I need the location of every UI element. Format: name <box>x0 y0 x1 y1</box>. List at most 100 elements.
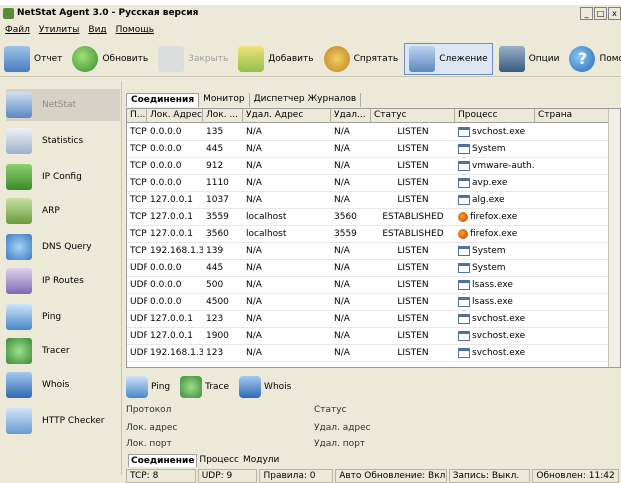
close-connection-button[interactable]: Закрыть <box>154 43 232 75</box>
table-row[interactable]: UDP192.168.1.3123 N/A N/A LISTEN svchost.exe <box>127 345 620 362</box>
column-header-status[interactable]: Статус <box>371 109 455 123</box>
watch-icon <box>409 45 436 72</box>
cell-local-port: 445 <box>206 144 224 154</box>
hide-button[interactable]: Спрятать <box>320 43 403 75</box>
help-button[interactable]: ? Помощь <box>565 43 621 75</box>
sidebar-item-label: HTTP Checker <box>42 416 105 426</box>
cell-local-address: 0.0.0.0 <box>150 144 182 154</box>
cell-local-port: 3560 <box>206 229 229 239</box>
sidebar-item-ping[interactable]: Ping <box>6 301 120 333</box>
cell-remote-address: N/A <box>246 195 262 205</box>
cell-local-address: 0.0.0.0 <box>150 161 182 171</box>
add-button[interactable]: Добавить <box>234 43 317 75</box>
table-row[interactable]: TCP 127.0.0.1 3560 localhost 3559 ESTABLISHED… <box>127 226 620 243</box>
cell-process: System <box>455 260 535 277</box>
sidebar-item-label: IP Config <box>42 172 82 182</box>
minimize-button[interactable]: _ <box>580 7 593 20</box>
tab-log-manager[interactable]: Диспетчер Журналов <box>250 93 362 107</box>
sidebar-item-label: Ping <box>42 312 62 322</box>
table-scrollbar[interactable] <box>608 109 620 367</box>
process-window-icon <box>458 313 470 324</box>
sidebar-item-netstat[interactable]: NetStat <box>6 89 120 121</box>
table-row[interactable]: UDP0.0.0.0 500 N/A N/A LISTEN lsass.exe <box>127 277 620 294</box>
sidebar-item-dns-query[interactable]: DNS Query <box>6 231 120 263</box>
column-header-remote-port[interactable]: Удал... <box>331 109 371 123</box>
firefox-icon <box>458 228 468 239</box>
app-icon <box>3 8 14 19</box>
cell-process: lsass.exe <box>455 277 535 294</box>
column-header-remote-address[interactable]: Удал. Адрес <box>243 109 331 123</box>
sidebar-item-tracer[interactable]: Tracer <box>6 335 120 367</box>
watch-button[interactable]: Слежение <box>404 42 493 75</box>
sidebar-item-ip-config[interactable]: IP Config <box>6 161 120 193</box>
sidebar-item-ip-routes[interactable]: IP Routes <box>6 265 120 297</box>
process-name: lsass.exe <box>472 280 513 290</box>
table-row[interactable]: TCP 127.0.0.1 1037 N/A N/A LISTEN alg.exe <box>127 192 620 209</box>
table-row[interactable]: UDP127.0.0.1 123 N/A N/A LISTEN svchost.exe <box>127 311 620 328</box>
tab-monitor[interactable]: Монитор <box>199 93 250 107</box>
cell-remote-port: N/A <box>334 161 350 171</box>
status-udp-count: UDP: 9 <box>197 469 258 483</box>
column-header-country[interactable]: Страна <box>535 109 610 123</box>
menu-utilities[interactable]: Утилиты <box>39 25 80 39</box>
cell-remote-port: N/A <box>334 178 350 188</box>
column-header-local-address[interactable]: Лок. Адрес <box>147 109 203 123</box>
help-label: Помощь <box>599 53 621 64</box>
cell-protocol: TCP <box>130 127 147 137</box>
tab-connections[interactable]: Соединения <box>126 93 200 107</box>
table-row[interactable]: TCP 0.0.0.0 912 N/A N/A LISTEN vmware-auth... <box>127 158 620 175</box>
maximize-button[interactable]: □ <box>594 7 607 20</box>
process-name: svchost.exe <box>472 127 526 137</box>
menu-file[interactable]: Файл <box>5 25 30 39</box>
ip-routes-icon <box>6 268 32 294</box>
whois-icon <box>6 372 32 398</box>
table-row[interactable]: TCP 0.0.0.0 135 N/A N/A LISTEN svchost.exe <box>127 124 620 141</box>
cell-remote-address: N/A <box>246 178 262 188</box>
report-button[interactable]: Отчет <box>0 43 66 75</box>
trace-tool-button[interactable]: Trace <box>180 376 229 398</box>
cell-remote-address: N/A <box>246 348 262 358</box>
sidebar-item-http-checker[interactable]: HTTP Checker <box>6 405 120 437</box>
menu-view[interactable]: Вид <box>88 25 106 39</box>
table-row[interactable]: UDP0.0.0.0 4500 N/A N/A LISTEN lsass.exe <box>127 294 620 311</box>
table-row[interactable]: TCP 0.0.0.0 1110 N/A N/A LISTEN avp.exe <box>127 175 620 192</box>
process-window-icon <box>458 245 470 256</box>
menu-help[interactable]: Помощь <box>116 25 154 39</box>
table-row[interactable]: UDP0.0.0.0 445 N/A N/A LISTEN System <box>127 260 620 277</box>
tab-connection[interactable]: Соединение <box>128 454 198 467</box>
http-checker-icon <box>6 408 32 434</box>
ping-tool-button[interactable]: Ping <box>126 376 170 398</box>
cell-local-port: 445 <box>206 263 224 273</box>
process-name: svchost.exe <box>472 348 526 358</box>
cell-protocol: UDP <box>130 280 147 290</box>
cell-status: LISTEN <box>397 246 429 256</box>
process-window-icon <box>458 262 470 273</box>
column-header-process[interactable]: Процесс <box>455 109 535 123</box>
ip-config-icon <box>6 164 32 190</box>
column-header-local-port[interactable]: Лок. ... <box>203 109 243 123</box>
table-row[interactable]: TCP 127.0.0.1 3559 localhost 3560 ESTABLISHED… <box>127 209 620 226</box>
report-label: Отчет <box>34 53 63 64</box>
cell-local-port: 139 <box>206 246 224 256</box>
table-row[interactable]: TCP 0.0.0.0 445 N/A N/A LISTEN System <box>127 141 620 158</box>
cell-protocol: UDP <box>130 297 147 307</box>
table-row[interactable]: TCP 192.168.1.3 139 N/A N/A LISTEN System <box>127 243 620 260</box>
sidebar-item-arp[interactable]: ARP <box>6 195 120 227</box>
table-row[interactable]: UDP127.0.0.1 1900 N/A N/A LISTEN svchost.exe <box>127 328 620 345</box>
process-window-icon <box>458 279 470 290</box>
status-label: Статус <box>314 405 347 415</box>
cell-local-port: 1037 <box>206 195 229 205</box>
tab-process[interactable]: Процесс <box>197 454 241 467</box>
column-header-protocol[interactable]: П... <box>127 109 147 123</box>
cell-local-address: 0.0.0.0 <box>150 127 182 137</box>
add-label: Добавить <box>268 53 314 64</box>
refresh-button[interactable]: Обновить <box>68 43 152 75</box>
whois-tool-button[interactable]: Whois <box>239 376 291 398</box>
cell-status: LISTEN <box>397 348 429 358</box>
options-button[interactable]: Опции <box>495 43 564 75</box>
sidebar-item-statistics[interactable]: Statistics <box>6 125 120 157</box>
connection-details: Протокол Лок. адрес Лок. порт Статус Уда… <box>126 403 621 453</box>
close-window-button[interactable]: x <box>608 7 621 20</box>
sidebar-item-whois[interactable]: Whois <box>6 369 120 401</box>
tab-modules[interactable]: Модули <box>241 454 281 467</box>
